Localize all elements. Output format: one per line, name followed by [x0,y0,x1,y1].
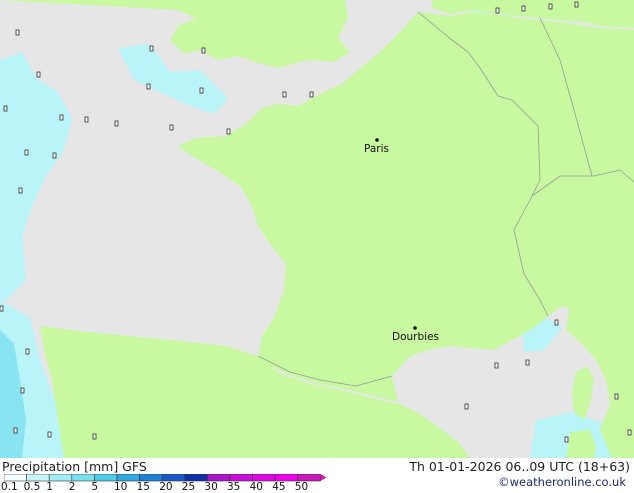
legend-swatch [252,474,276,482]
precipitation-map: Paris Dourbies [0,0,634,458]
legend-title: Precipitation [mm] GFS [2,459,147,474]
legend-swatch [297,474,321,482]
legend-tick-label: 50 [294,481,309,493]
legend-tick-label: 2 [68,481,76,493]
legend-swatch [274,474,299,482]
legend-swatch [116,474,140,482]
map-footer: Precipitation [mm] GFS Th 01-01-2026 06.… [0,458,634,493]
legend-swatch [184,474,208,482]
legend-tick-label: 45 [272,481,286,493]
legend-swatch [139,474,163,482]
legend-swatch [207,474,231,482]
credit-link[interactable]: ©weatheronline.co.uk [498,475,626,489]
legend-tick-label: 0.1 [1,481,18,493]
land-sardinia [566,430,596,458]
city-dot [375,138,379,142]
map-canvas: Paris Dourbies [0,0,634,458]
city-dot [413,326,417,330]
legend-tick-label: 1 [46,481,53,493]
legend-swatch [161,474,186,482]
city-label: Dourbies [392,331,439,343]
legend-tick-label: 20 [159,481,173,493]
legend-tick-label: 15 [136,481,150,493]
legend-tick-label: 5 [91,481,99,493]
legend-tick-label: 25 [181,481,196,493]
legend-swatch [48,474,73,482]
legend-tick-label: 35 [227,481,241,493]
legend-swatch [71,474,95,482]
legend-tick-label: 30 [204,481,218,493]
legend-tick-label: 40 [249,481,263,493]
city-label: Paris [364,143,389,155]
legend-tick-label: 0.5 [23,481,41,493]
legend-tick-label: 10 [114,481,128,493]
legend-swatch [229,474,253,482]
forecast-run-time: Th 01-01-2026 06..09 UTC (18+63) [409,459,630,474]
legend-arrow [320,474,326,481]
legend-swatch [4,474,27,482]
legend-swatch [26,474,50,482]
legend-swatch [94,474,118,482]
